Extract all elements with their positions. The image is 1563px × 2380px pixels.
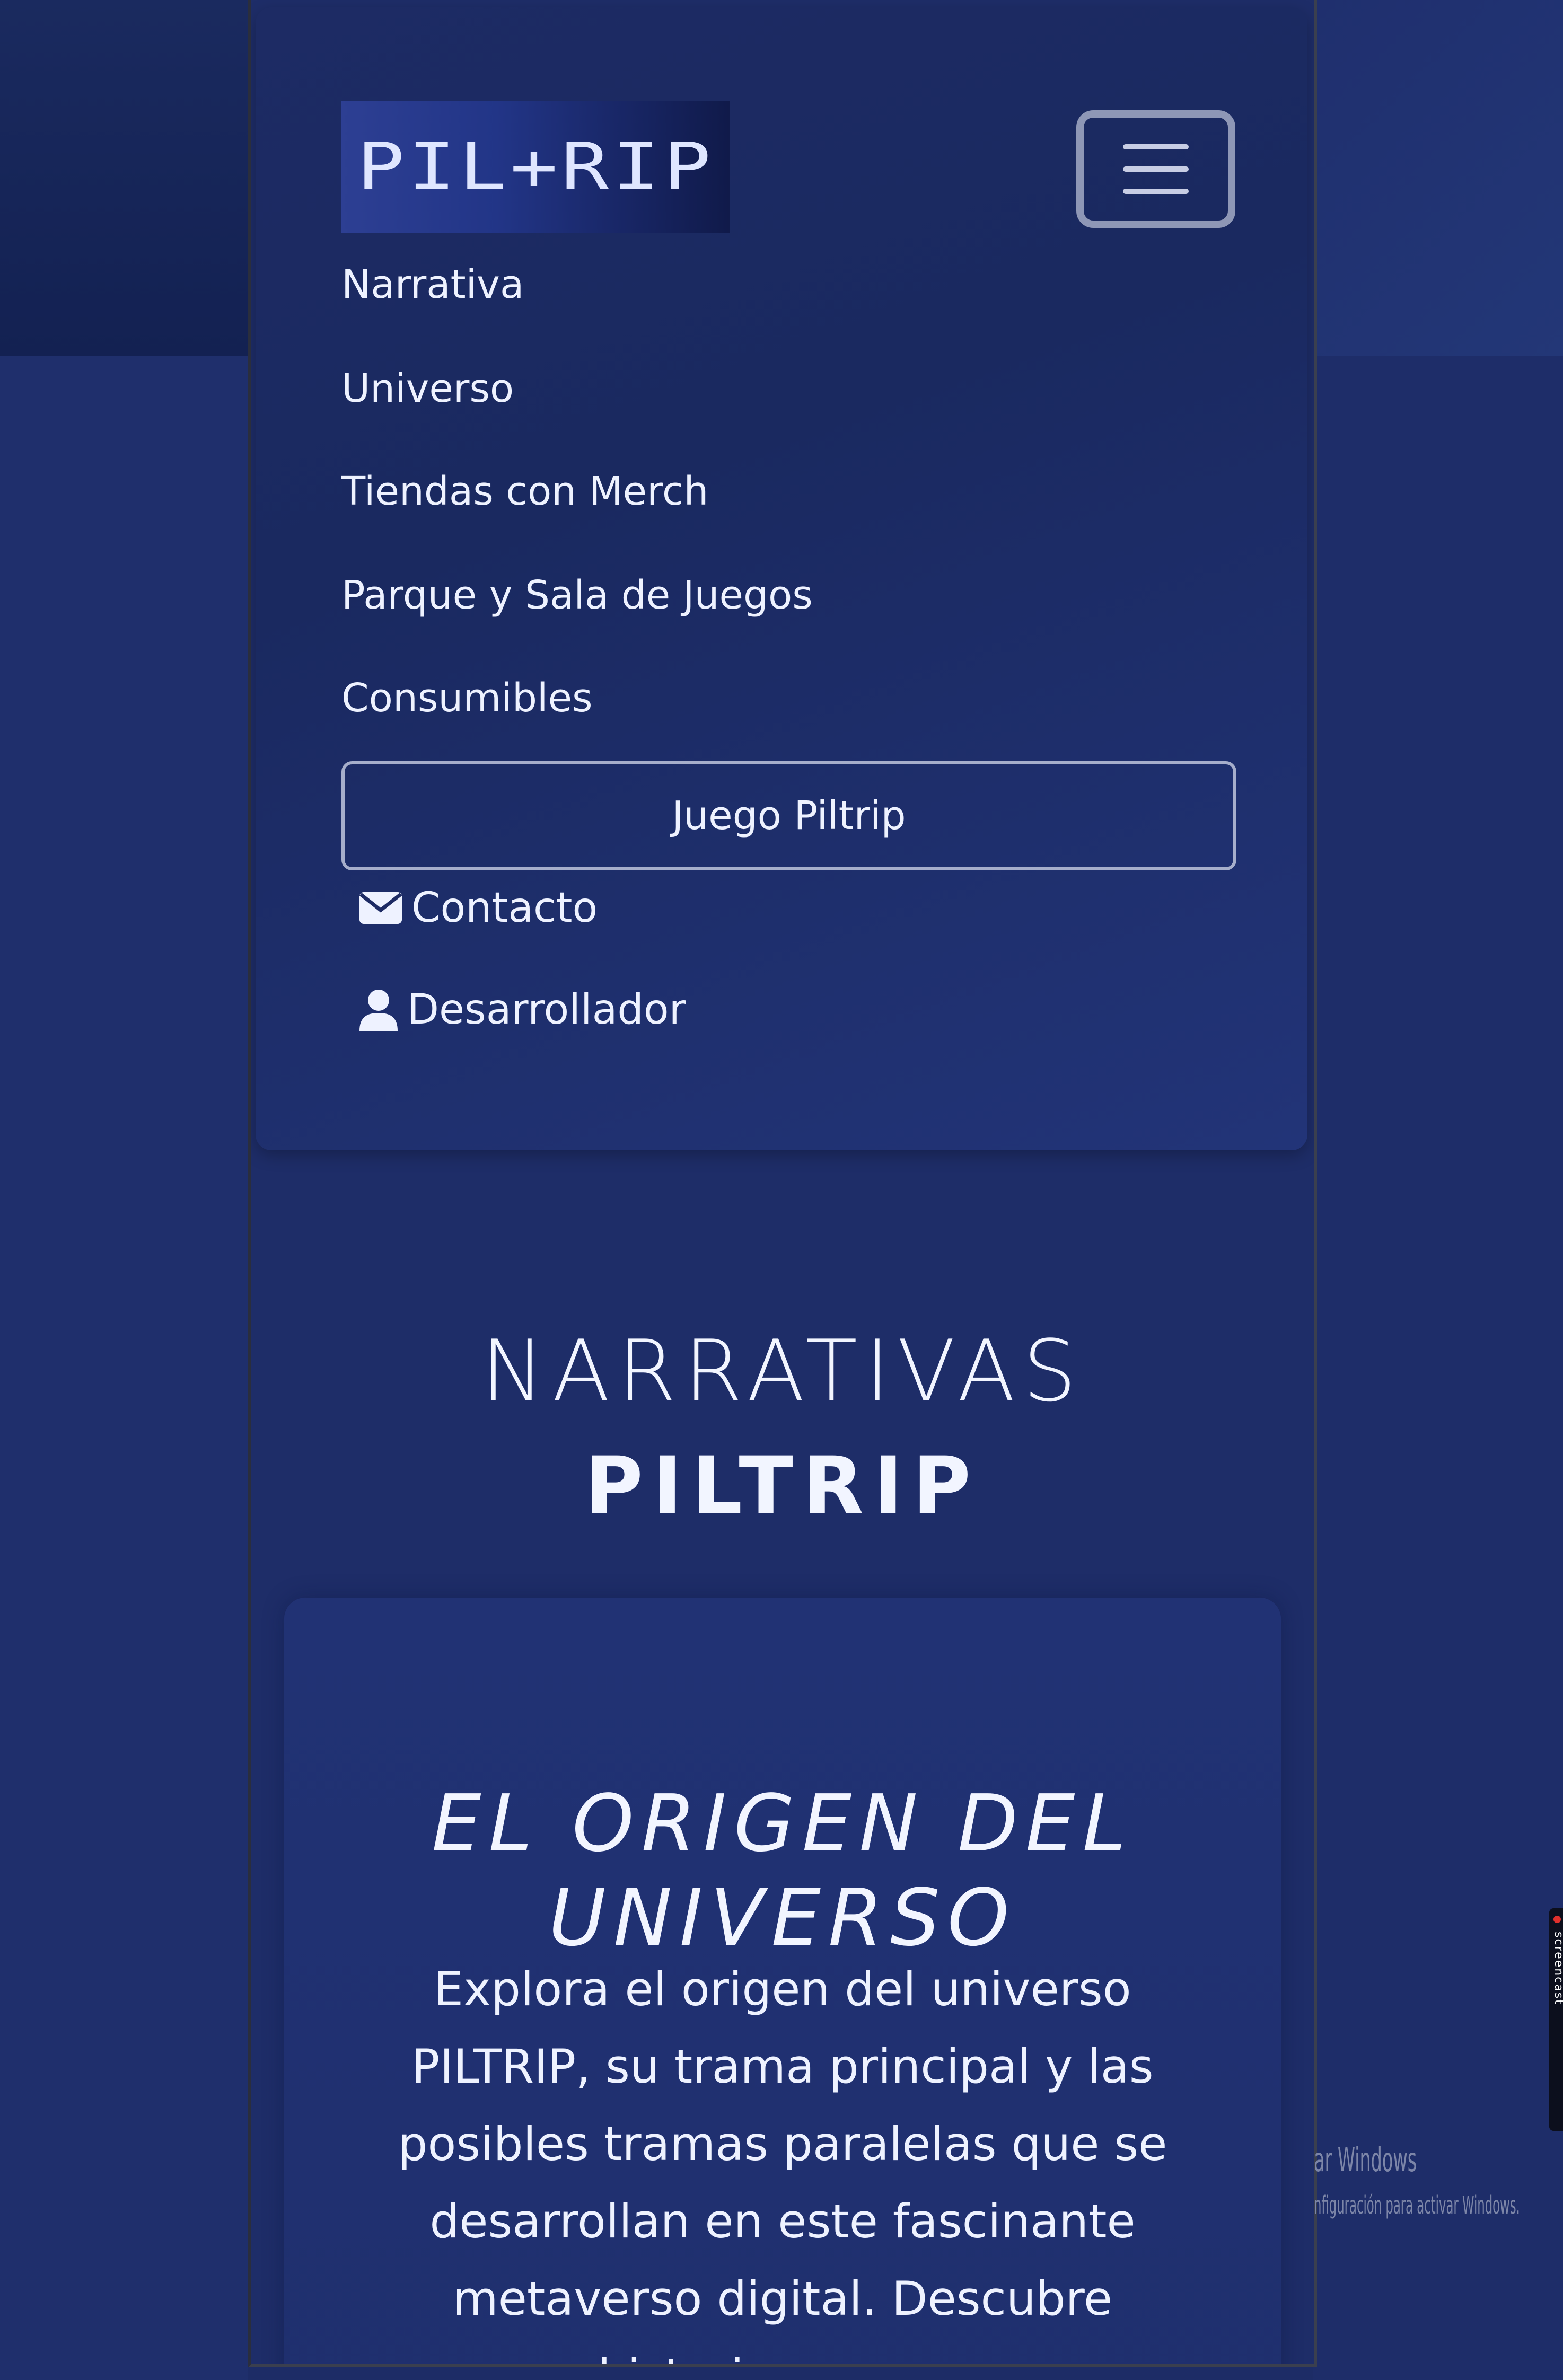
watermark-line-1: ar Windows	[1314, 2140, 1417, 2179]
navbar-toggler-button[interactable]	[1076, 110, 1235, 228]
page-title: NARRATIVAS	[481, 1321, 1084, 1421]
mobile-viewport: PIL+RIP Narrativa Universo Tiendas con M…	[248, 0, 1317, 2367]
background-right-bottom	[1313, 356, 1563, 2380]
watermark-line-2: nfiguración para activar Windows.	[1314, 2191, 1520, 2219]
nav-link-narrativa[interactable]: Narrativa	[341, 262, 524, 307]
nav-link-universo[interactable]: Universo	[341, 366, 514, 411]
navbar: PIL+RIP Narrativa Universo Tiendas con M…	[256, 7, 1307, 1150]
story-card: EL ORIGEN DEL UNIVERSO Explora el origen…	[284, 1598, 1281, 2364]
contact-link[interactable]: Contacto	[358, 884, 598, 932]
nav-link-tiendas[interactable]: Tiendas con Merch	[341, 469, 708, 514]
screencast-widget[interactable]: screencast	[1549, 1908, 1563, 2131]
developer-label: Desarrollador	[407, 986, 686, 1034]
screencast-label: screencast	[1552, 1932, 1563, 2005]
hamburger-menu-icon	[1123, 166, 1189, 172]
brand-logo[interactable]: PIL+RIP	[341, 101, 730, 233]
developer-link[interactable]: Desarrollador	[358, 986, 686, 1034]
card-title: EL ORIGEN DEL UNIVERSO	[432, 1778, 1134, 1963]
hamburger-menu-icon	[1123, 189, 1189, 194]
nav-link-consumibles[interactable]: Consumibles	[341, 675, 593, 721]
user-icon	[359, 990, 398, 1031]
card-description: Explora el origen del universo PILTRIP, …	[398, 1962, 1167, 2364]
envelope-icon	[359, 892, 402, 924]
juego-piltrip-button[interactable]: Juego Piltrip	[341, 761, 1236, 870]
background-left-top	[0, 0, 248, 356]
nav-link-parque[interactable]: Parque y Sala de Juegos	[341, 572, 813, 618]
contact-label: Contacto	[411, 884, 598, 932]
hamburger-menu-icon	[1123, 144, 1189, 149]
logo-text: PIL+RIP	[356, 129, 715, 205]
record-icon	[1553, 1916, 1561, 1923]
background-left-bottom	[0, 356, 248, 2380]
background-right-top	[1313, 0, 1563, 356]
page-subtitle: PILTRIP	[584, 1440, 981, 1532]
windows-activation-watermark: ar Windows nfiguración para activar Wind…	[1314, 2140, 1563, 2219]
